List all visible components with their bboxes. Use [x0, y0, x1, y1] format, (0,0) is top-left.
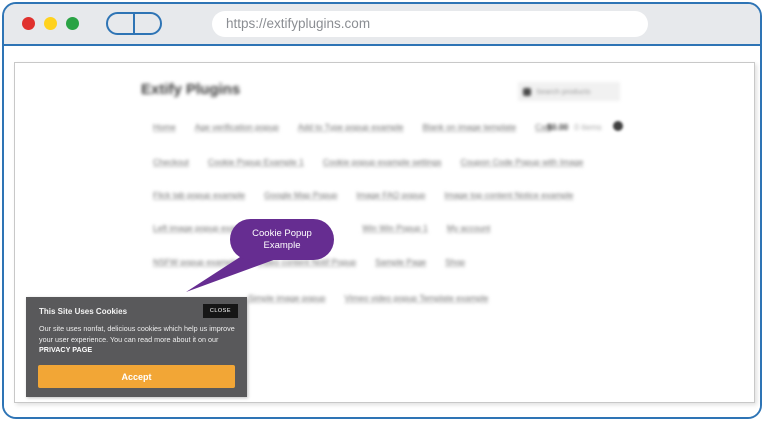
cookie-banner: This Site Uses Cookies CLOSE Our site us…	[26, 297, 247, 397]
nav-link[interactable]: Google Map Popup	[264, 190, 337, 200]
cookie-banner-title: This Site Uses Cookies	[39, 307, 127, 316]
nav-link[interactable]: Sample Page	[375, 257, 426, 267]
nav-link[interactable]: Flick tab popup example	[153, 190, 245, 200]
privacy-page-link[interactable]: PRIVACY PAGE	[39, 345, 92, 354]
browser-toolbar: https://extifyplugins.com	[4, 4, 760, 46]
nav-row-3: Flick tab popup example Google Map Popup…	[153, 190, 573, 200]
nav-link[interactable]: Image FAQ popup	[356, 190, 425, 200]
back-button[interactable]	[108, 14, 135, 33]
nav-link[interactable]: Add to Type popup example	[298, 122, 404, 132]
nav-link[interactable]: My account	[447, 223, 490, 233]
cart-icon[interactable]	[613, 121, 623, 131]
search-icon	[523, 88, 531, 96]
address-bar[interactable]: https://extifyplugins.com	[212, 11, 648, 37]
window-maximize-dot[interactable]	[66, 17, 79, 30]
site-title: Extify Plugins	[141, 81, 240, 98]
nav-link[interactable]: Win Win Popup 1	[362, 223, 428, 233]
cart-count: 0 items	[574, 122, 601, 132]
callout-bubble: Cookie Popup Example	[230, 219, 334, 260]
nav-link[interactable]: Age verification popup	[195, 122, 279, 132]
callout-label-line2: Example	[252, 240, 312, 252]
nav-link[interactable]: Checkout	[153, 157, 189, 167]
callout-label-line1: Cookie Popup	[252, 228, 312, 240]
screenshot-stage: https://extifyplugins.com Extify Plugins…	[0, 0, 768, 423]
cart-summary[interactable]: $0.00 0 items	[547, 122, 602, 132]
nav-link[interactable]: Blank on image template	[423, 122, 517, 132]
cookie-body-text-2: experience. You can read more about it o…	[71, 335, 218, 344]
cart-total: $0.00	[547, 122, 568, 132]
nav-row-1: Home Age verification popup Add to Type …	[153, 122, 551, 132]
nav-link[interactable]: Cookie Popup Example 1	[208, 157, 304, 167]
nav-link[interactable]: Cookie popup example settings	[323, 157, 442, 167]
nav-link[interactable]: Coupon Code Popup with Image	[460, 157, 583, 167]
search-box[interactable]: Search products	[518, 82, 620, 101]
nav-link[interactable]: Shop	[445, 257, 465, 267]
nav-link[interactable]: Home	[153, 122, 176, 132]
cookie-banner-body: Our site uses nonfat, delicious cookies …	[39, 324, 235, 356]
forward-button[interactable]	[135, 14, 160, 33]
window-close-dot[interactable]	[22, 17, 35, 30]
nav-row-2: Checkout Cookie Popup Example 1 Cookie p…	[153, 157, 583, 167]
window-minimize-dot[interactable]	[44, 17, 57, 30]
nav-link[interactable]: Vimeo video popup Template example	[345, 293, 489, 303]
nav-link[interactable]: Image top content Notice example	[444, 190, 573, 200]
browser-viewport: Extify Plugins Search products Home Age …	[4, 46, 760, 417]
search-placeholder: Search products	[536, 87, 591, 96]
browser-window: https://extifyplugins.com Extify Plugins…	[2, 2, 762, 419]
cookie-accept-button[interactable]: Accept	[38, 365, 235, 388]
cookie-close-button[interactable]: CLOSE	[203, 304, 238, 318]
back-forward-control	[106, 12, 162, 35]
